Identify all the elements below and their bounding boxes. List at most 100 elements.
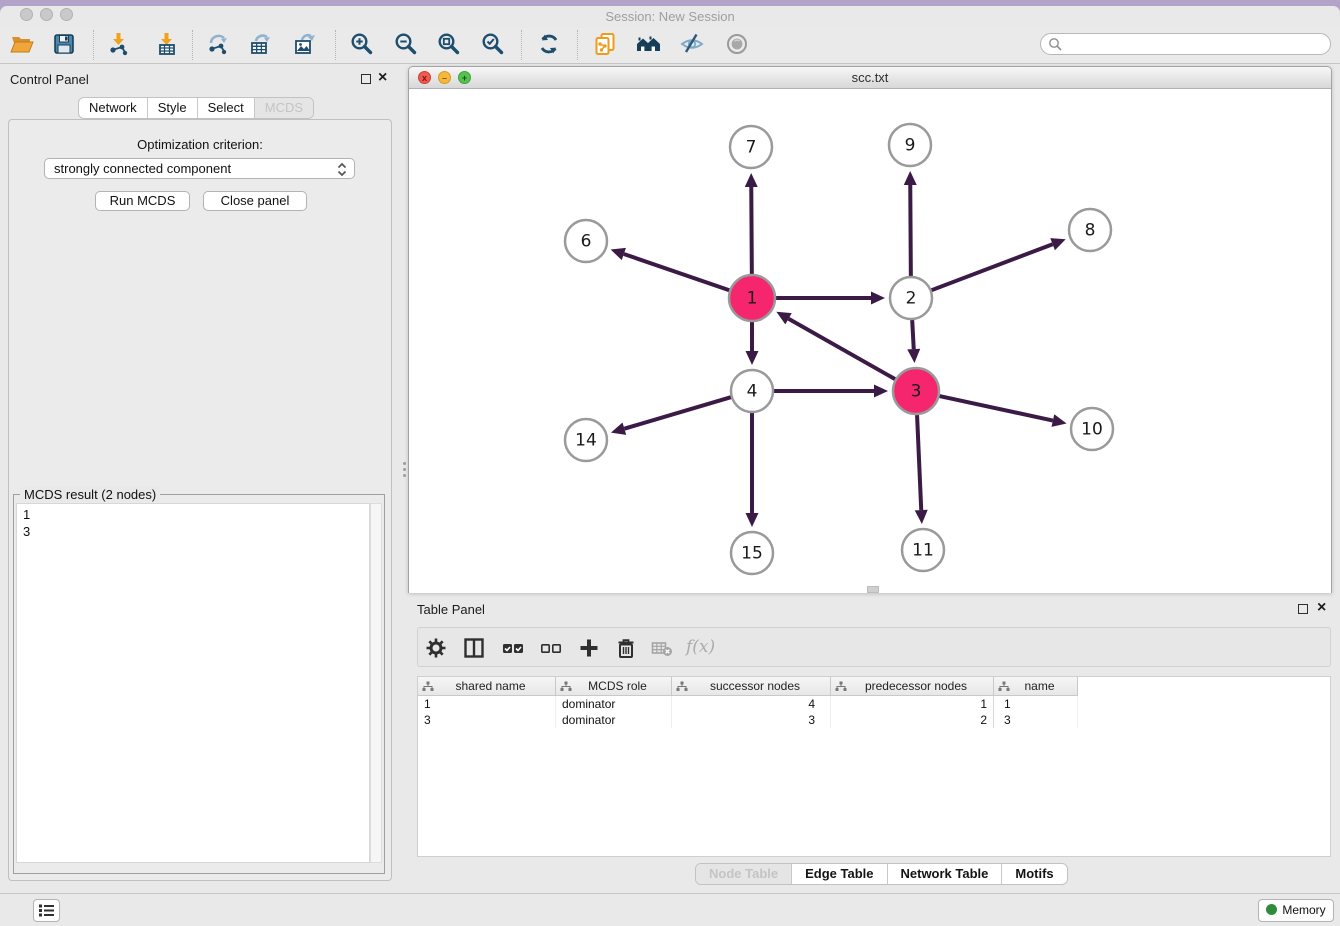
control-panel-float-button[interactable]	[361, 74, 371, 84]
tab-mcds[interactable]: MCDS	[254, 98, 313, 118]
import-network-icon[interactable]	[105, 31, 131, 57]
mcds-result-scrollbar[interactable]	[370, 503, 382, 863]
edge-arrowhead	[1050, 238, 1065, 250]
network-graph: 7968124314101511	[409, 89, 1331, 593]
tab-network-table[interactable]: Network Table	[887, 864, 1002, 884]
memory-status-icon	[1266, 904, 1277, 915]
toolbar-separator	[93, 30, 94, 60]
zoom-selected-icon[interactable]	[480, 31, 506, 57]
clone-network-icon[interactable]	[592, 31, 618, 57]
tab-network[interactable]: Network	[79, 98, 147, 118]
edge-2-to-3[interactable]	[912, 320, 914, 349]
column-header-predecessor-nodes[interactable]: predecessor nodes	[831, 677, 994, 696]
edge-3-to-11[interactable]	[917, 415, 921, 510]
app-titlebar: Session: New Session	[0, 6, 1340, 28]
optimization-criterion-label: Optimization criterion:	[0, 137, 400, 152]
export-network-icon[interactable]	[205, 31, 231, 57]
table-panel-close-button[interactable]: ×	[1317, 602, 1326, 614]
open-file-icon[interactable]	[9, 31, 35, 57]
settings-gear-icon[interactable]	[424, 636, 448, 660]
column-header-name[interactable]: name	[994, 677, 1078, 696]
mcds-result-title: MCDS result (2 nodes)	[20, 487, 160, 502]
column-header-shared-name[interactable]: shared name	[418, 677, 556, 696]
tab-select[interactable]: Select	[197, 98, 254, 118]
edge-arrowhead	[915, 510, 928, 524]
delete-column-icon[interactable]	[614, 636, 638, 660]
function-builder-icon: f(x)	[686, 637, 710, 661]
network-view-titlebar[interactable]: x – + scc.txt	[409, 67, 1331, 89]
edge-1-to-7[interactable]	[751, 187, 752, 274]
edge-arrowhead	[904, 171, 917, 185]
tab-motifs[interactable]: Motifs	[1001, 864, 1066, 884]
save-session-icon[interactable]	[51, 31, 77, 57]
task-history-button[interactable]	[33, 899, 60, 922]
edge-2-to-9[interactable]	[910, 185, 911, 276]
mcds-result-textarea[interactable]: 1 3	[16, 503, 370, 863]
export-table-icon[interactable]	[248, 31, 274, 57]
memory-button[interactable]: Memory	[1258, 899, 1334, 922]
toolbar-separator	[192, 30, 193, 60]
edge-3-to-1[interactable]	[789, 319, 896, 379]
close-panel-button[interactable]: Close panel	[203, 191, 307, 211]
table-panel-tabs: Node TableEdge TableNetwork TableMotifs	[695, 863, 1068, 885]
edge-arrowhead	[746, 351, 759, 365]
tab-style[interactable]: Style	[147, 98, 197, 118]
network-view-window: x – + scc.txt 7968124314101511	[408, 66, 1332, 593]
column-header-successor-nodes[interactable]: successor nodes	[672, 677, 831, 696]
table-cell: 1	[831, 696, 994, 712]
add-column-icon[interactable]	[577, 636, 601, 660]
table-row[interactable]: 1dominator411	[418, 696, 1330, 712]
zoom-in-icon[interactable]	[349, 31, 375, 57]
mcds-result-text: 1 3	[23, 506, 30, 540]
edge-arrowhead	[1052, 414, 1067, 427]
show-columns-icon[interactable]	[501, 636, 525, 660]
table-panel-float-button[interactable]	[1298, 604, 1308, 614]
optimization-criterion-select[interactable]: strongly connected component	[44, 158, 355, 179]
tab-node-table[interactable]: Node Table	[696, 864, 791, 884]
search-input[interactable]	[1065, 35, 1324, 55]
edge-4-to-14[interactable]	[624, 397, 731, 428]
edge-arrowhead	[611, 422, 626, 434]
export-image-icon[interactable]	[292, 31, 318, 57]
hide-selected-icon[interactable]	[679, 31, 705, 57]
table-row[interactable]: 3dominator323	[418, 712, 1330, 728]
node-label-14: 14	[575, 431, 597, 451]
edge-arrowhead	[745, 173, 758, 187]
zoom-fit-icon[interactable]	[436, 31, 462, 57]
edge-3-to-10[interactable]	[939, 396, 1052, 420]
node-label-1: 1	[747, 289, 758, 309]
hide-columns-icon[interactable]	[539, 636, 563, 660]
refresh-view-icon[interactable]	[536, 31, 562, 57]
edge-2-to-8[interactable]	[932, 244, 1053, 290]
node-label-8: 8	[1085, 221, 1096, 241]
cyndex-home-icon[interactable]	[635, 31, 661, 57]
node-label-2: 2	[906, 289, 917, 309]
network-view-title: scc.txt	[409, 70, 1331, 85]
run-mcds-button[interactable]: Run MCDS	[95, 191, 190, 211]
control-panel-tabs: NetworkStyleSelectMCDS	[78, 97, 314, 119]
node-label-11: 11	[912, 541, 934, 561]
table-cell: 2	[831, 712, 994, 728]
cytoscape-window: Session: New Session	[0, 6, 1340, 926]
import-table-icon[interactable]	[153, 31, 179, 57]
search-box	[1040, 33, 1331, 55]
network-canvas[interactable]: 7968124314101511	[409, 89, 1331, 593]
column-layout-icon[interactable]	[462, 636, 486, 660]
table-cell: 3	[418, 712, 556, 728]
mcds-result-box: MCDS result (2 nodes) 1 3	[13, 494, 385, 874]
desktop: Session: New Session	[0, 0, 1340, 926]
column-header-MCDS-role[interactable]: MCDS role	[556, 677, 672, 696]
table-header-row: shared nameMCDS rolesuccessor nodesprede…	[418, 677, 1330, 696]
table-cell: dominator	[556, 696, 672, 712]
canvas-splitter-handle[interactable]	[867, 586, 879, 593]
task-list-icon	[34, 900, 59, 921]
table-cell: 3	[672, 712, 831, 728]
tab-edge-table[interactable]: Edge Table	[791, 864, 886, 884]
edge-1-to-6[interactable]	[624, 254, 729, 290]
zoom-out-icon[interactable]	[393, 31, 419, 57]
control-panel-close-button[interactable]: ×	[378, 72, 387, 84]
vertical-splitter-handle[interactable]	[401, 459, 407, 479]
memory-label: Memory	[1282, 903, 1325, 917]
toolbar-separator	[577, 30, 578, 60]
node-label-10: 10	[1081, 420, 1103, 440]
